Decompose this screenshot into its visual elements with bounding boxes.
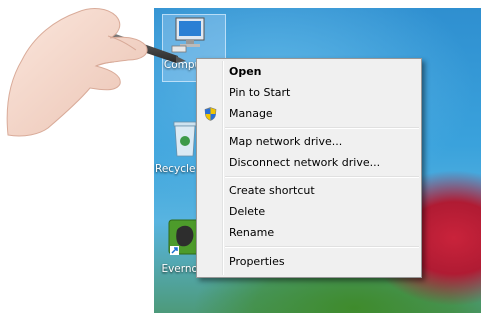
menu-item-create-shortcut[interactable]: Create shortcut [199,181,419,201]
menu-item-label: Open [229,65,262,78]
menu-item-label: Delete [229,205,265,218]
menu-item-map-network-drive[interactable]: Map network drive... [199,132,419,152]
menu-item-open[interactable]: Open [199,62,419,82]
menu-item-label: Properties [229,255,285,268]
menu-item-delete[interactable]: Delete [199,202,419,222]
menu-item-label: Map network drive... [229,135,342,148]
menu-item-label: Create shortcut [229,184,315,197]
menu-item-rename[interactable]: Rename [199,223,419,243]
menu-separator [225,176,419,178]
hand-with-stylus-illustration [0,0,200,140]
menu-item-label: Disconnect network drive... [229,156,380,169]
uac-shield-icon [204,107,217,121]
menu-item-label: Pin to Start [229,86,290,99]
menu-item-pin-to-start[interactable]: Pin to Start [199,83,419,103]
context-menu: Open Pin to Start Manage Map network dri… [196,58,422,278]
menu-separator [225,127,419,129]
menu-item-label: Manage [229,107,273,120]
menu-item-label: Rename [229,226,274,239]
menu-item-manage[interactable]: Manage [199,104,419,124]
menu-separator [225,246,419,248]
menu-item-properties[interactable]: Properties [199,252,419,272]
menu-item-disconnect-network-drive[interactable]: Disconnect network drive... [199,153,419,173]
